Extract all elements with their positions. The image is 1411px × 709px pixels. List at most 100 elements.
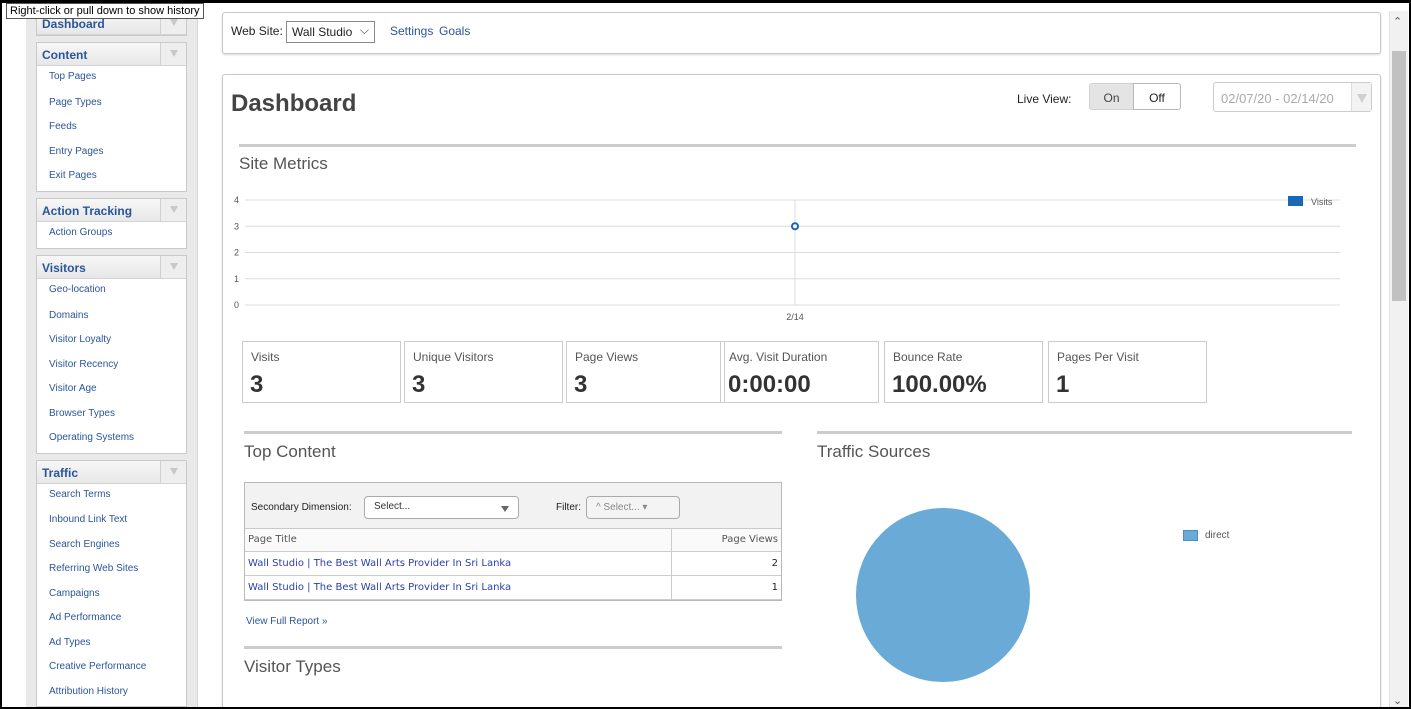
pie-legend-item: direct	[1183, 530, 1229, 541]
metric-label: Unique Visitors	[413, 350, 494, 364]
section-divider	[244, 431, 782, 434]
live-view-label: Live View:	[1017, 92, 1072, 106]
collapse-arrow-icon[interactable]	[160, 460, 186, 483]
sidebar-item-visitor-loyalty[interactable]: Visitor Loyalty	[37, 328, 186, 353]
sidebar-item-attribution-history[interactable]: Attribution History	[37, 680, 186, 705]
sidebar-item-operating-systems[interactable]: Operating Systems	[37, 426, 186, 451]
sidebar-item-visitor-age[interactable]: Visitor Age	[37, 377, 186, 402]
metric-label: Bounce Rate	[893, 350, 963, 364]
nav-group-header[interactable]: Content	[37, 43, 186, 66]
x-tick-label: 2/14	[786, 312, 804, 322]
sidebar-item-ad-performance[interactable]: Ad Performance	[37, 606, 186, 631]
history-tooltip: Right-click or pull down to show history	[6, 3, 204, 19]
sidebar-item-browser-types[interactable]: Browser Types	[37, 402, 186, 427]
sidebar-item-action-groups[interactable]: Action Groups	[37, 222, 186, 247]
settings-link[interactable]: Settings	[390, 24, 433, 38]
metric-label: Pages Per Visit	[1057, 350, 1139, 364]
metric-value: 100.00%	[892, 371, 987, 398]
pie-slice-direct[interactable]	[856, 508, 1030, 682]
page-title-link[interactable]: Wall Studio | The Best Wall Arts Provide…	[245, 551, 671, 576]
sidebar-item-ad-types[interactable]: Ad Types	[37, 631, 186, 656]
nav-group-title[interactable]: Traffic	[42, 466, 78, 480]
metric-label: Visits	[251, 350, 280, 364]
secondary-dimension-label: Secondary Dimension:	[251, 502, 352, 513]
filter-select[interactable]: ^ Select... ▾	[586, 496, 680, 519]
traffic-sources-title: Traffic Sources	[817, 442, 931, 461]
site-metrics-chart: 0 1 2 3 4 2/14 Visits	[234, 195, 1340, 322]
dashboard-panel: Dashboard Live View: On Off 02/07/20 - 0…	[222, 74, 1381, 707]
sidebar-item-visitor-recency[interactable]: Visitor Recency	[37, 353, 186, 378]
metric-unique-visitors: Unique Visitors 3	[404, 341, 563, 403]
sidebar-item-campaigns[interactable]: Campaigns	[37, 582, 186, 607]
visitor-types-title: Visitor Types	[244, 657, 341, 676]
column-header-page-title[interactable]: Page Title	[245, 529, 671, 552]
collapse-arrow-icon[interactable]	[160, 43, 186, 65]
table-row: Wall Studio | The Best Wall Arts Provide…	[245, 551, 781, 576]
legend-label: direct	[1205, 530, 1230, 542]
goals-link[interactable]: Goals	[439, 24, 470, 38]
top-content-report: Secondary Dimension: Select... Filter: ^…	[244, 482, 782, 601]
nav-group-header[interactable]: Traffic	[37, 460, 186, 484]
metric-value: 1	[1056, 371, 1070, 398]
sidebar-item-geo-location[interactable]: Geo-location	[37, 279, 186, 304]
sidebar-item-top-pages[interactable]: Top Pages	[37, 66, 186, 91]
sidebar-item-inbound-link-text[interactable]: Inbound Link Text	[37, 508, 186, 533]
sidebar-item-referring-web-sites[interactable]: Referring Web Sites	[37, 557, 186, 582]
sidebar-item-entry-pages[interactable]: Entry Pages	[37, 140, 186, 165]
top-content-table: Page Title Page Views Wall Studio | The …	[245, 529, 781, 600]
section-divider	[239, 144, 1356, 147]
metric-pages-per-visit: Pages Per Visit 1	[1048, 341, 1207, 403]
collapse-arrow-icon[interactable]	[160, 256, 186, 278]
site-metrics-title: Site Metrics	[239, 154, 328, 173]
nav-group-header[interactable]: Action Tracking	[37, 198, 186, 222]
page-views-value: 1	[670, 575, 781, 600]
sidebar-item-creative-performance[interactable]: Creative Performance	[37, 655, 186, 680]
page-views-value: 2	[670, 551, 781, 576]
website-bar: Web Site: Wall Studio Settings Goals	[222, 12, 1381, 54]
nav-group-header[interactable]: Visitors	[37, 256, 186, 279]
browser-viewport: Right-click or pull down to show history…	[0, 0, 1411, 709]
collapse-arrow-icon[interactable]	[160, 198, 186, 221]
y-tick-label: 0	[234, 300, 239, 310]
table-row: Wall Studio | The Best Wall Arts Provide…	[245, 575, 781, 600]
dropdown-arrow-icon[interactable]	[1351, 83, 1371, 111]
nav-group-visitors: Visitors Geo-location Domains Visitor Loyal…	[36, 255, 187, 454]
scrollbar-thumb[interactable]	[1392, 51, 1406, 301]
view-full-report-link[interactable]: View Full Report »	[246, 616, 328, 627]
website-select[interactable]: Wall Studio	[286, 21, 375, 43]
scroll-down-icon[interactable]: ⌄	[1393, 694, 1402, 707]
sidebar-item-domains[interactable]: Domains	[37, 304, 186, 329]
metric-label: Avg. Visit Duration	[729, 350, 828, 364]
nav-group-title[interactable]: Visitors	[42, 261, 86, 275]
page-scrollbar[interactable]: ⌃ ⌄	[1389, 11, 1408, 707]
legend-swatch	[1183, 530, 1198, 541]
live-view-on-button[interactable]: On	[1089, 83, 1134, 110]
legend-swatch	[1288, 196, 1303, 206]
nav-group-title[interactable]: Content	[42, 48, 87, 62]
live-view-off-button[interactable]: Off	[1133, 83, 1181, 110]
nav-group-title[interactable]: Action Tracking	[42, 204, 132, 218]
scroll-up-icon[interactable]: ⌃	[1393, 15, 1402, 28]
sidebar-item-search-engines[interactable]: Search Engines	[37, 533, 186, 558]
nav-group-title[interactable]: Dashboard	[42, 17, 105, 31]
sidebar-item-search-terms[interactable]: Search Terms	[37, 484, 186, 509]
y-tick-label: 2	[234, 248, 239, 258]
metric-bounce-rate: Bounce Rate 100.00%	[884, 341, 1043, 403]
sidebar-item-page-types[interactable]: Page Types	[37, 91, 186, 116]
sidebar-item-exit-pages[interactable]: Exit Pages	[37, 164, 186, 189]
column-header-page-views[interactable]: Page Views	[670, 529, 781, 552]
date-range-picker[interactable]: 02/07/20 - 02/14/20	[1213, 82, 1372, 112]
section-divider	[244, 646, 782, 649]
traffic-sources-pie	[856, 508, 1030, 682]
table-header-row: Page Title Page Views	[245, 529, 781, 552]
top-content-title: Top Content	[244, 442, 336, 461]
metric-value: 0:00:00	[728, 371, 811, 398]
y-tick-label: 4	[234, 195, 239, 205]
secondary-dimension-select[interactable]: Select...	[364, 496, 519, 519]
page-title-link[interactable]: Wall Studio | The Best Wall Arts Provide…	[245, 575, 671, 600]
y-tick-label: 3	[234, 221, 239, 231]
metric-value: 3	[574, 371, 588, 398]
metric-value: 3	[250, 371, 264, 398]
sidebar-item-feeds[interactable]: Feeds	[37, 115, 186, 140]
page-title: Dashboard	[231, 90, 357, 117]
